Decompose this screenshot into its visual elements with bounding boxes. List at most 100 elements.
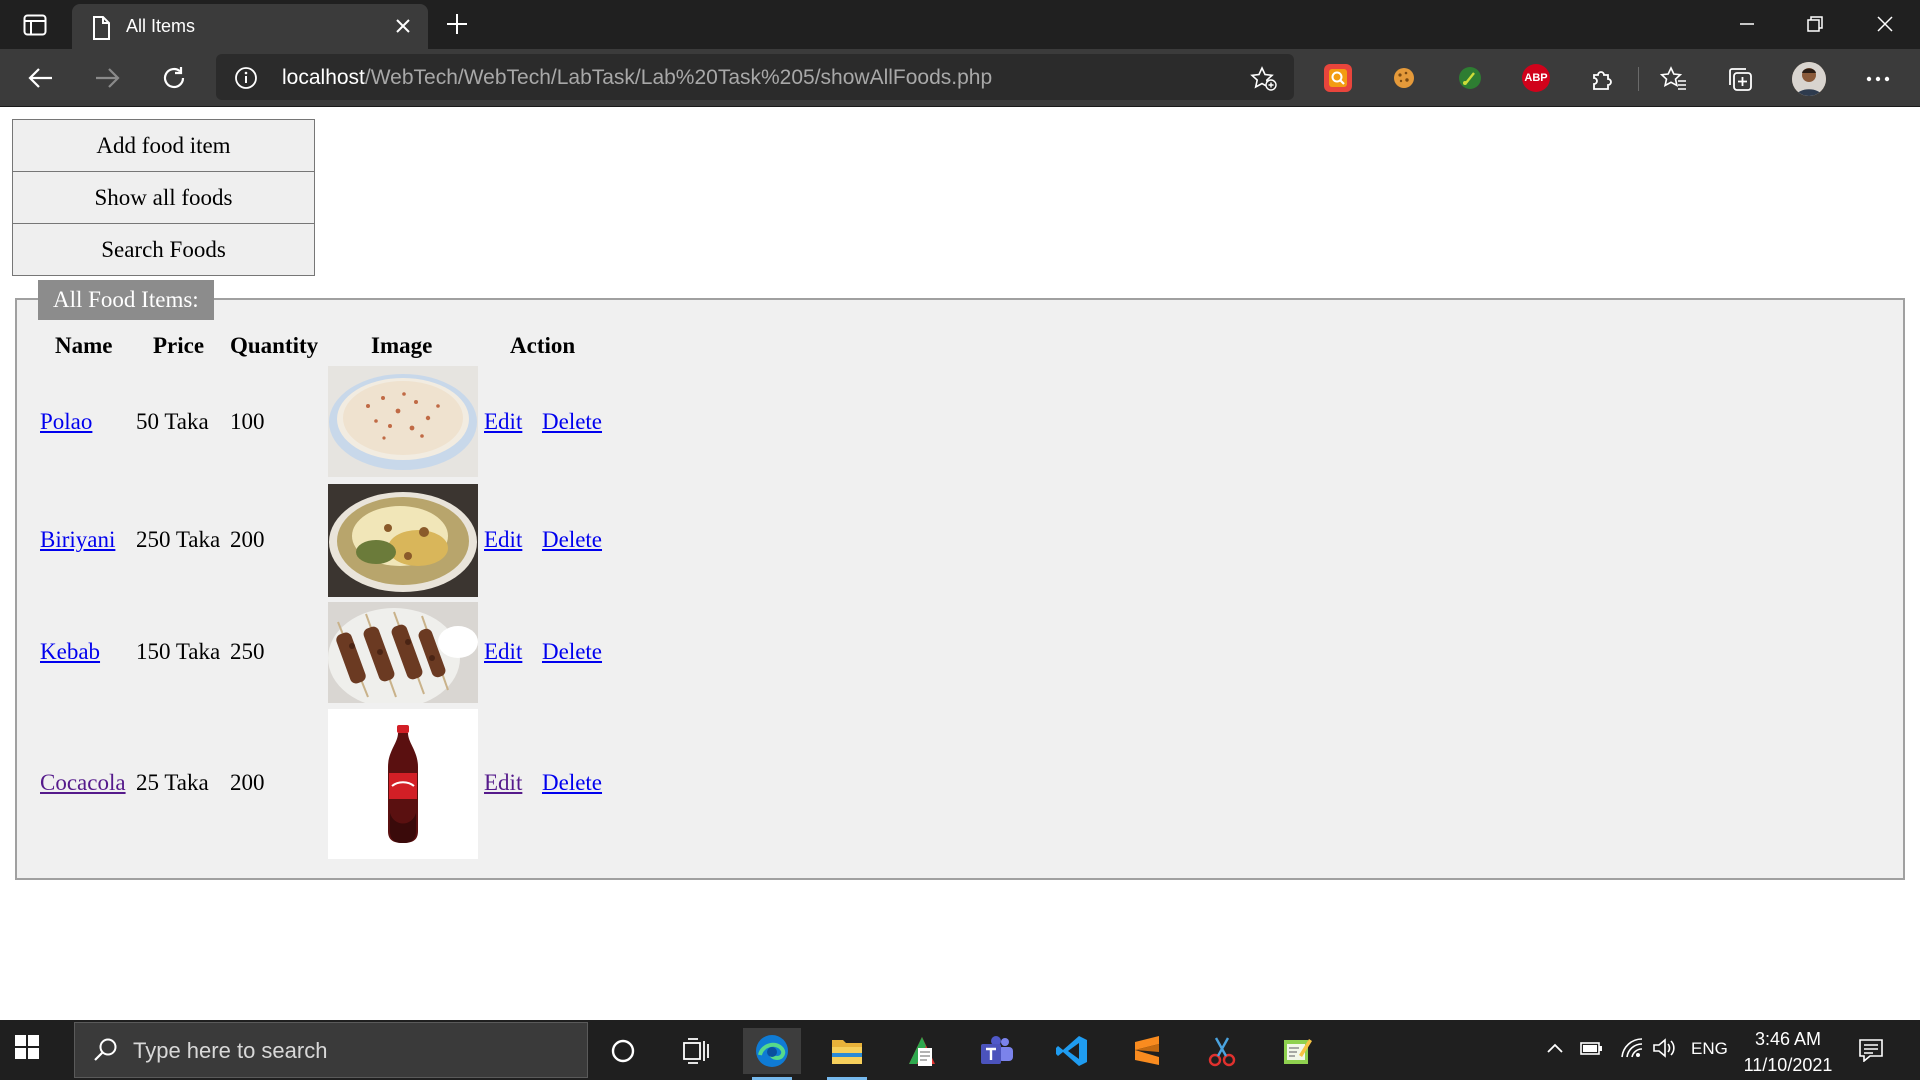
favorites-icon xyxy=(1660,66,1686,90)
forward-button[interactable] xyxy=(90,62,124,94)
back-arrow-icon xyxy=(28,68,52,88)
food-price: 25 Taka xyxy=(136,770,209,795)
tab-title: All Items xyxy=(126,16,196,36)
food-quantity: 250 xyxy=(230,639,265,664)
show-hidden-icons-icon[interactable] xyxy=(1546,1041,1564,1055)
teams-icon xyxy=(981,1036,1013,1064)
add-food-item-button[interactable]: Add food item xyxy=(12,119,315,172)
close-window-button[interactable] xyxy=(1860,10,1910,38)
close-icon xyxy=(1877,16,1893,32)
refresh-button[interactable] xyxy=(157,62,191,94)
more-icon xyxy=(1866,76,1890,82)
task-view-icon xyxy=(683,1038,709,1064)
battery-icon[interactable] xyxy=(1580,1039,1604,1057)
settings-more-button[interactable] xyxy=(1864,65,1892,93)
cortana-icon xyxy=(611,1039,635,1063)
restore-icon xyxy=(1807,16,1823,32)
sublime-icon xyxy=(1135,1036,1159,1065)
cortana-button[interactable] xyxy=(594,1028,652,1074)
back-button[interactable] xyxy=(24,62,58,94)
snipping-tool-button[interactable] xyxy=(1193,1028,1251,1074)
favorites-button[interactable] xyxy=(1660,65,1688,93)
edit-link[interactable]: Edit xyxy=(484,770,522,796)
site-info-icon[interactable] xyxy=(234,66,258,90)
food-items-fieldset: All Food Items: xyxy=(15,280,1905,880)
delete-link[interactable]: Delete xyxy=(542,527,602,553)
teams-button[interactable] xyxy=(968,1028,1026,1074)
vscode-button[interactable] xyxy=(1043,1028,1101,1074)
extensions-button[interactable] xyxy=(1588,65,1616,93)
search-placeholder: Type here to search xyxy=(133,1038,328,1063)
add-favorite-icon[interactable] xyxy=(1250,66,1278,92)
food-name-link[interactable]: Polao xyxy=(40,409,92,435)
search-foods-button[interactable]: Search Foods xyxy=(12,223,315,276)
wifi-icon[interactable] xyxy=(1620,1037,1644,1059)
windows-taskbar: Type here to search ENG 3:46 AM 11/10/20… xyxy=(0,1020,1920,1080)
collections-button[interactable] xyxy=(1726,65,1754,93)
food-name-link[interactable]: Cocacola xyxy=(40,770,126,796)
header-action: Action xyxy=(510,333,576,358)
input-language[interactable]: ENG xyxy=(1691,1039,1728,1059)
tab-actions-button[interactable] xyxy=(20,12,50,38)
delete-link[interactable]: Delete xyxy=(542,639,602,665)
close-tab-icon[interactable] xyxy=(394,17,412,35)
browser-tab-bar: All Items xyxy=(0,0,1920,49)
adblock-plus-icon[interactable]: ABP xyxy=(1522,64,1550,92)
file-explorer-button[interactable] xyxy=(818,1028,876,1080)
header-price: Price xyxy=(153,333,205,358)
notepad-app-button[interactable] xyxy=(1268,1028,1326,1074)
edit-link[interactable]: Edit xyxy=(484,409,522,435)
ext-orange-icon[interactable] xyxy=(1324,64,1352,92)
tab-actions-icon xyxy=(23,14,47,36)
forward-arrow-icon xyxy=(96,68,120,88)
volume-icon[interactable] xyxy=(1652,1037,1678,1059)
edit-link[interactable]: Edit xyxy=(484,639,522,665)
profile-picture-icon xyxy=(1792,62,1826,96)
taskbar-search-box[interactable]: Type here to search xyxy=(74,1022,588,1078)
cocacola-image xyxy=(328,709,478,859)
sublime-text-button[interactable] xyxy=(1118,1028,1176,1074)
ext-orange-glyph xyxy=(1329,69,1347,87)
puzzle-icon xyxy=(1593,71,1612,90)
page-icon xyxy=(93,16,110,40)
biriyani-image xyxy=(328,484,478,597)
cookie-glyph xyxy=(1394,68,1414,88)
active-tab[interactable]: All Items xyxy=(72,4,428,49)
new-tab-icon[interactable] xyxy=(444,11,470,37)
app-chrome-like-button[interactable] xyxy=(893,1028,951,1074)
food-menu: Add food item Show all foods Search Food… xyxy=(12,119,315,276)
clock-time: 3:46 AM xyxy=(1754,1029,1822,1049)
cookie-icon[interactable] xyxy=(1390,64,1418,92)
address-bar[interactable]: localhost/WebTech/WebTech/LabTask/Lab%20… xyxy=(216,54,1294,100)
food-quantity: 200 xyxy=(230,770,265,795)
restore-button[interactable] xyxy=(1790,10,1840,38)
food-price: 250 Taka xyxy=(136,527,221,552)
header-image: Image xyxy=(371,333,433,358)
delete-link[interactable]: Delete xyxy=(542,409,602,435)
food-name-link[interactable]: Biriyani xyxy=(40,527,115,553)
vscode-icon xyxy=(1056,1036,1087,1066)
header-name: Name xyxy=(55,333,113,358)
delete-link[interactable]: Delete xyxy=(542,770,602,796)
edit-link[interactable]: Edit xyxy=(484,527,522,553)
task-view-button[interactable] xyxy=(667,1028,725,1074)
food-quantity: 200 xyxy=(230,527,265,552)
notifications-icon[interactable] xyxy=(1858,1038,1884,1062)
url-text[interactable]: localhost/WebTech/WebTech/LabTask/Lab%20… xyxy=(282,66,992,90)
minimize-button[interactable] xyxy=(1722,10,1772,38)
edge-taskbar-button[interactable] xyxy=(743,1028,801,1080)
profile-avatar[interactable] xyxy=(1792,62,1826,96)
show-all-foods-button[interactable]: Show all foods xyxy=(12,171,315,224)
fieldset-legend: All Food Items: xyxy=(38,280,214,320)
search-icon xyxy=(94,1038,117,1061)
url-host: localhost xyxy=(282,66,365,89)
edge-icon xyxy=(756,1035,788,1067)
system-clock[interactable]: 3:46 AM 11/10/2021 xyxy=(1738,1026,1838,1078)
refresh-icon xyxy=(163,67,185,89)
notepad-icon xyxy=(1284,1039,1312,1064)
ext-green-icon[interactable] xyxy=(1456,64,1484,92)
food-name-link[interactable]: Kebab xyxy=(40,639,100,665)
food-price: 150 Taka xyxy=(136,639,221,664)
windows-start-icon[interactable] xyxy=(14,1034,40,1060)
kebab-image xyxy=(328,602,478,703)
